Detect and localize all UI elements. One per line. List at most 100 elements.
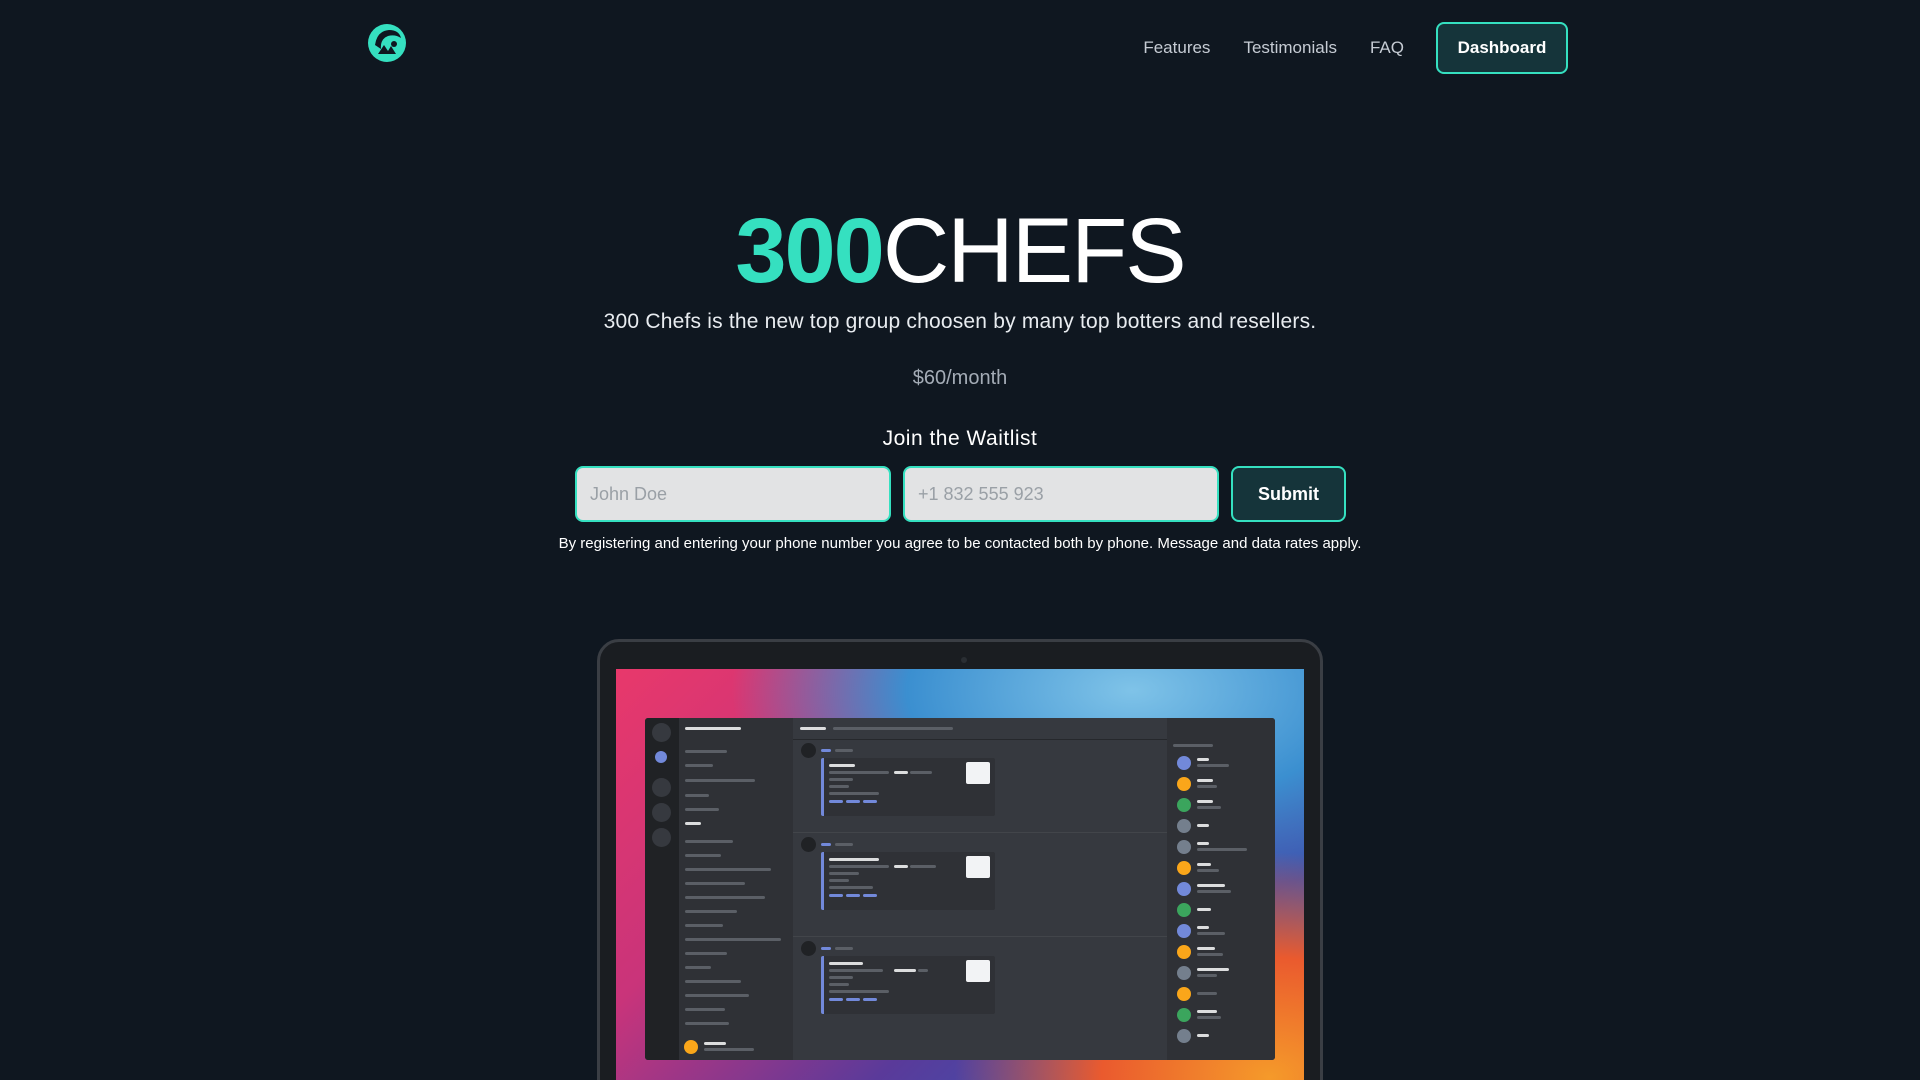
channel-bar bbox=[685, 1008, 725, 1011]
member-avatar-icon bbox=[1177, 756, 1191, 770]
waitlist-form: Submit bbox=[575, 466, 1346, 522]
embed-line-bar bbox=[829, 792, 879, 795]
channel-bar-active bbox=[685, 822, 701, 825]
phone-input[interactable] bbox=[903, 466, 1219, 522]
member-avatar-icon bbox=[1177, 1008, 1191, 1022]
member-name-bar bbox=[1197, 863, 1211, 866]
chef-hat-logo-icon[interactable] bbox=[367, 23, 407, 63]
member-status-bar bbox=[1197, 932, 1225, 935]
member-name-bar bbox=[1197, 1010, 1217, 1013]
embed-title-bar bbox=[829, 858, 879, 861]
member-status-bar bbox=[1197, 848, 1247, 851]
app-screenshot bbox=[645, 718, 1275, 1060]
channel-bar bbox=[685, 794, 709, 797]
message-embed bbox=[821, 758, 995, 816]
embed-title-bar bbox=[829, 962, 863, 965]
embed-thumbnail bbox=[966, 960, 990, 982]
embed-line-bar bbox=[910, 771, 932, 774]
user-avatar-icon bbox=[684, 1040, 698, 1054]
server-icon bbox=[652, 803, 671, 822]
channel-bar bbox=[685, 882, 745, 885]
top-nav: Features Testimonials FAQ Dashboard bbox=[1143, 22, 1568, 74]
channel-bar bbox=[685, 868, 771, 871]
message-time-bar bbox=[835, 749, 853, 752]
channel-bar bbox=[685, 840, 733, 843]
member-status-bar bbox=[1197, 1016, 1221, 1019]
channel-bar bbox=[685, 938, 781, 941]
embed-tag-bar bbox=[846, 894, 860, 897]
message-avatar-icon bbox=[801, 837, 816, 852]
embed-line-bar bbox=[910, 865, 936, 868]
server-icon bbox=[652, 723, 671, 742]
embed-tag-bar bbox=[829, 894, 843, 897]
price-label: $60/month bbox=[912, 367, 1008, 389]
message-time-bar bbox=[835, 843, 853, 846]
member-avatar-icon bbox=[1177, 861, 1191, 875]
user-status-bar bbox=[704, 1048, 754, 1051]
embed-line-bar bbox=[829, 778, 853, 781]
embed-tag-bar bbox=[863, 894, 877, 897]
dashboard-button[interactable]: Dashboard bbox=[1436, 22, 1568, 74]
channel-bar bbox=[685, 808, 719, 811]
embed-tag-bar bbox=[863, 998, 877, 1001]
embed-title-bar bbox=[829, 764, 855, 767]
nav-link-features[interactable]: Features bbox=[1143, 24, 1210, 72]
embed-line-bar bbox=[829, 990, 889, 993]
member-group-bar bbox=[1173, 744, 1213, 747]
channel-bar bbox=[685, 924, 723, 927]
embed-line-bar bbox=[829, 872, 859, 875]
member-name-bar bbox=[1197, 908, 1211, 911]
embed-tag-bar bbox=[829, 800, 843, 803]
member-avatar-icon bbox=[1177, 1029, 1191, 1043]
member-avatar-icon bbox=[1177, 987, 1191, 1001]
landing-page: Features Testimonials FAQ Dashboard 300C… bbox=[0, 0, 1920, 1080]
member-name-bar bbox=[1197, 926, 1209, 929]
hero-title: 300CHEFS bbox=[0, 196, 1920, 306]
embed-line-bar bbox=[829, 771, 889, 774]
channel-bar bbox=[685, 1022, 729, 1025]
embed-thumbnail bbox=[966, 762, 990, 784]
embed-line-bar bbox=[829, 886, 873, 889]
message-avatar-icon bbox=[801, 743, 816, 758]
app-server-rail bbox=[645, 718, 679, 1060]
channel-bar bbox=[685, 779, 755, 782]
server-icon bbox=[655, 751, 667, 763]
embed-line-bar bbox=[894, 865, 908, 868]
waitlist-title: Join the Waitlist bbox=[882, 427, 1038, 450]
channel-bar bbox=[685, 854, 721, 857]
member-name-bar bbox=[1197, 824, 1209, 827]
message-author-bar bbox=[821, 843, 831, 846]
message-avatar-icon bbox=[801, 941, 816, 956]
submit-button[interactable]: Submit bbox=[1231, 466, 1346, 522]
message-embed bbox=[821, 956, 995, 1014]
member-status-bar bbox=[1197, 785, 1217, 788]
member-avatar-icon bbox=[1177, 819, 1191, 833]
member-avatar-icon bbox=[1177, 903, 1191, 917]
server-icon bbox=[652, 828, 671, 847]
member-name-bar bbox=[1197, 800, 1213, 803]
topbar-topic-bar bbox=[833, 727, 953, 730]
member-status-bar bbox=[1197, 890, 1231, 893]
hero-subtitle: 300 Chefs is the new top group choosen b… bbox=[603, 310, 1317, 333]
embed-line-bar bbox=[829, 983, 849, 986]
nav-link-testimonials[interactable]: Testimonials bbox=[1243, 24, 1337, 72]
channel-bar bbox=[685, 764, 713, 767]
channel-bar bbox=[685, 750, 727, 753]
member-name-bar bbox=[1197, 842, 1209, 845]
channel-bar bbox=[685, 952, 727, 955]
message-author-bar bbox=[821, 947, 831, 950]
member-name-bar bbox=[1197, 947, 1215, 950]
nav-link-faq[interactable]: FAQ bbox=[1370, 24, 1404, 72]
embed-line-bar bbox=[829, 785, 849, 788]
member-avatar-icon bbox=[1177, 924, 1191, 938]
consent-disclaimer: By registering and entering your phone n… bbox=[558, 535, 1362, 552]
channel-bar bbox=[685, 910, 737, 913]
embed-line-bar bbox=[918, 969, 928, 972]
member-avatar-icon bbox=[1177, 798, 1191, 812]
embed-tag-bar bbox=[846, 998, 860, 1001]
member-status-bar bbox=[1197, 869, 1219, 872]
member-avatar-icon bbox=[1177, 777, 1191, 791]
channel-header-bar bbox=[685, 727, 741, 730]
name-input[interactable] bbox=[575, 466, 891, 522]
member-name-bar bbox=[1197, 968, 1229, 971]
